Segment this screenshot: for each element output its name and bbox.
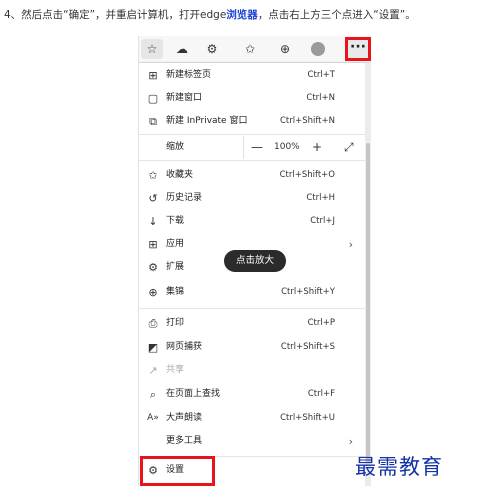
profile-avatar-icon[interactable] [307,39,329,59]
menu-label: 更多工具 [166,436,203,446]
chevron-right-icon: › [348,435,353,448]
collections-icon[interactable]: ⊕ [274,39,296,59]
instruction-suffix: ，点击右上方三个点进入“设置”。 [257,9,416,21]
menu-item-new-inprivate-window[interactable]: ⧉ 新建 InPrivate 窗口 Ctrl+Shift+N [139,110,365,133]
menu-label: 网页捕获 [166,342,203,352]
menu-shortcut: Ctrl+H [306,193,335,203]
more-options-button[interactable]: ··· [345,37,371,61]
browser-toolbar: ☆ ☁ ⚙ ✩ ⊕ ··· [139,36,371,63]
fullscreen-icon[interactable]: ⤢ [344,136,354,159]
menu-item-read-aloud[interactable]: A» 大声朗读 Ctrl+Shift+U [139,407,365,430]
menu-item-share: ↗ 共享 [139,359,365,382]
menu-divider [139,134,365,135]
zoom-in-button[interactable]: + [312,136,322,159]
menu-label: 在页面上查找 [166,389,221,399]
menu-shortcut: Ctrl+Shift+U [280,413,335,423]
new-window-icon: ▢ [147,92,159,105]
menu-item-downloads[interactable]: ↓ 下载 Ctrl+J [139,210,365,233]
menu-shortcut: Ctrl+Shift+O [279,170,335,180]
settings-menu: ⊞ 新建标签页 Ctrl+T ▢ 新建窗口 Ctrl+N ⧉ 新建 InPriv… [139,63,365,486]
menu-label: 新建标签页 [166,70,212,80]
print-icon: ⎙ [148,317,158,330]
browser-link[interactable]: 浏览器 [226,9,258,21]
menu-item-find-on-page[interactable]: ⌕ 在页面上查找 Ctrl+F [139,383,365,406]
apps-icon: ⊞ [148,238,158,251]
menu-divider [139,160,365,161]
favorites-list-icon[interactable]: ✩ [239,39,261,59]
zoom-level: 100% [274,142,300,152]
menu-label: 应用 [166,239,185,249]
menu-item-web-capture[interactable]: ◩ 网页捕获 Ctrl+Shift+S [139,336,365,359]
menu-shortcut: Ctrl+F [307,389,335,399]
collections-icon: ⊕ [148,286,158,299]
instruction-prefix: 4、然后点击“确定”，并重启计算机，打开edge [4,9,227,21]
watermark-logo: 最需教育 [355,455,443,479]
menu-scrollbar[interactable] [365,63,371,486]
menu-shortcut: Ctrl+Shift+N [279,116,335,126]
menu-item-favorites[interactable]: ✩ 收藏夹 Ctrl+Shift+O [139,164,365,187]
menu-shortcut: Ctrl+Shift+Y [281,287,335,297]
menu-label: 共享 [166,365,185,375]
menu-label: 收藏夹 [166,170,194,180]
cloud-icon[interactable]: ☁ [171,39,193,59]
instruction-text: 4、然后点击“确定”，并重启计算机，打开edge浏览器，点击右上方三个点进入“设… [4,7,476,23]
menu-shortcut: Ctrl+T [307,70,335,80]
zoom-out-button[interactable]: — [251,136,263,159]
menu-shortcut: Ctrl+J [310,216,335,226]
web-capture-icon: ◩ [147,341,159,354]
scrollbar-thumb[interactable] [366,143,370,463]
read-aloud-icon: A» [147,413,159,423]
menu-label: 历史记录 [166,193,203,203]
zoom-divider [243,136,244,159]
menu-label: 新建窗口 [166,93,203,103]
menu-divider [139,308,365,309]
zoom-tooltip[interactable]: 点击放大 [224,250,286,272]
favorites-star-icon[interactable]: ☆ [141,39,163,59]
menu-item-print[interactable]: ⎙ 打印 Ctrl+P [139,312,365,335]
share-icon: ↗ [148,364,158,377]
menu-item-collections[interactable]: ⊕ 集锦 Ctrl+Shift+Y [139,281,365,304]
menu-item-new-tab[interactable]: ⊞ 新建标签页 Ctrl+T [139,64,365,87]
chevron-right-icon: › [348,238,353,251]
menu-label: 扩展 [166,262,185,272]
menu-label: 集锦 [166,287,185,297]
menu-item-more-tools[interactable]: 更多工具 › [139,430,365,453]
edge-browser-screenshot: ☆ ☁ ⚙ ✩ ⊕ ··· ⊞ 新建标签页 Ctrl+T ▢ 新建窗口 Ctrl… [138,36,371,486]
new-tab-icon: ⊞ [148,69,158,82]
inprivate-icon: ⧉ [149,115,157,128]
settings-highlight-box [140,456,215,486]
menu-label: 大声朗读 [166,413,203,423]
find-icon: ⌕ [149,388,157,401]
menu-label: 下载 [166,216,185,226]
menu-shortcut: Ctrl+P [307,318,335,328]
menu-label: 新建 InPrivate 窗口 [166,116,248,126]
download-icon: ↓ [148,215,158,228]
extensions-icon[interactable]: ⚙ [201,39,223,59]
zoom-row: 缩放 — 100% + ⤢ [139,136,365,159]
menu-shortcut: Ctrl+N [306,93,335,103]
menu-item-history[interactable]: ↺ 历史记录 Ctrl+H [139,187,365,210]
menu-shortcut: Ctrl+Shift+S [280,342,335,352]
favorites-icon: ✩ [148,169,158,182]
menu-label: 打印 [166,318,185,328]
extensions-icon: ⚙ [148,261,158,274]
history-icon: ↺ [148,192,158,205]
menu-item-new-window[interactable]: ▢ 新建窗口 Ctrl+N [139,87,365,110]
zoom-label: 缩放 [166,142,185,152]
